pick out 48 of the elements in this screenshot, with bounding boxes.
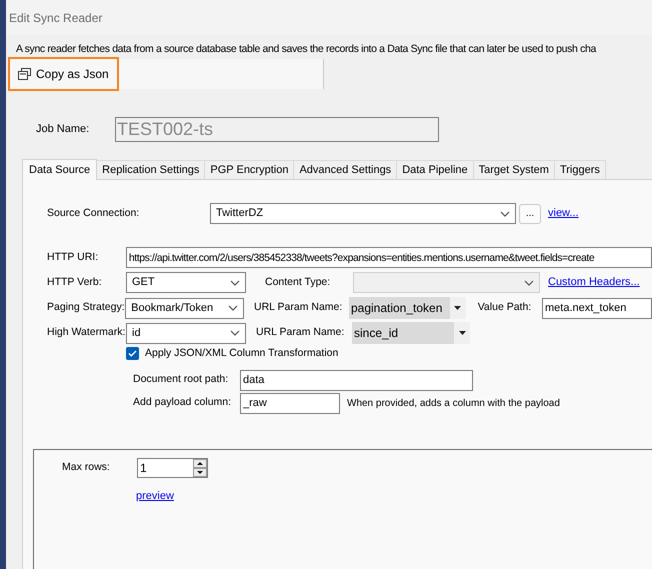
caret-icon <box>458 331 466 335</box>
source-connection-label: Source Connection: <box>47 206 140 221</box>
value-path-label: Value Path: <box>478 300 532 316</box>
content-type-label: Content Type: <box>265 274 332 290</box>
preview-link[interactable]: preview <box>136 488 174 504</box>
document-root-path-label: Document root path: <box>133 372 230 388</box>
tab[interactable]: Target System <box>474 160 555 179</box>
http-verb-dropdown[interactable]: GET <box>126 272 246 293</box>
document-root-path-field[interactable]: data <box>240 370 473 391</box>
paging-strategy-dropdown[interactable]: Bookmark/Token <box>125 298 244 318</box>
checkbox[interactable] <box>126 347 139 360</box>
max-rows-label: Max rows: <box>62 460 111 475</box>
window-title: Edit Sync Reader <box>9 10 102 26</box>
tab[interactable]: Triggers <box>554 160 606 179</box>
custom-headers-link[interactable]: Custom Headers... <box>548 274 640 291</box>
chevron-down-icon <box>230 330 240 336</box>
source-connection-dropdown[interactable]: TwitterDZ <box>210 203 516 224</box>
chevron-down-icon <box>500 210 510 216</box>
copy-as-json-button[interactable]: Copy as Json <box>8 57 119 91</box>
caret-icon <box>454 306 462 310</box>
tab[interactable]: Data Source <box>22 159 98 180</box>
chevron-down-icon <box>228 305 238 311</box>
copy-icon <box>18 68 31 80</box>
tab[interactable]: Replication Settings <box>97 160 206 179</box>
tab[interactable]: PGP Encryption <box>205 160 294 179</box>
payload-column-field[interactable]: _raw <box>240 392 340 414</box>
view-link[interactable]: view... <box>548 205 579 222</box>
chevron-down-icon <box>230 280 240 286</box>
tab[interactable]: Data Pipeline <box>397 160 474 179</box>
high-watermark-label: High Watermark: <box>47 325 126 340</box>
http-uri-label: HTTP URI: <box>47 250 100 265</box>
url-param-name-label: URL Param Name: <box>254 300 344 316</box>
browse-button[interactable]: ... <box>519 204 541 224</box>
tab[interactable]: Advanced Settings <box>294 160 398 179</box>
payload-column-label: Add payload column: <box>133 395 232 410</box>
url-param-name-label: URL Param Name: <box>256 325 346 340</box>
value-path-field[interactable]: meta.next_token <box>542 298 652 318</box>
transformation-label: Apply JSON/XML Column Transformation <box>145 346 338 361</box>
max-rows-spinner[interactable]: 1 <box>137 458 208 478</box>
chevron-down-icon <box>524 280 534 286</box>
payload-hint-text: When provided, adds a column with the payload <box>347 396 560 411</box>
spin-arrows-icon <box>193 458 207 477</box>
high-watermark-dropdown[interactable]: id <box>126 322 246 344</box>
description-text: A sync reader fetches data from a source database table and saves the records into a Data Sync file that can later be used to push cha <box>15 43 598 56</box>
job-name-label: Job Name: <box>36 122 90 138</box>
http-verb-label: HTTP Verb: <box>47 274 103 290</box>
paging-strategy-label: Paging Strategy: <box>47 300 126 316</box>
http-uri-field[interactable]: https://api.twitter.com/2/users/385452338/tweets?expansions=entities.mentions.username&tweet.fields=create <box>126 247 652 268</box>
